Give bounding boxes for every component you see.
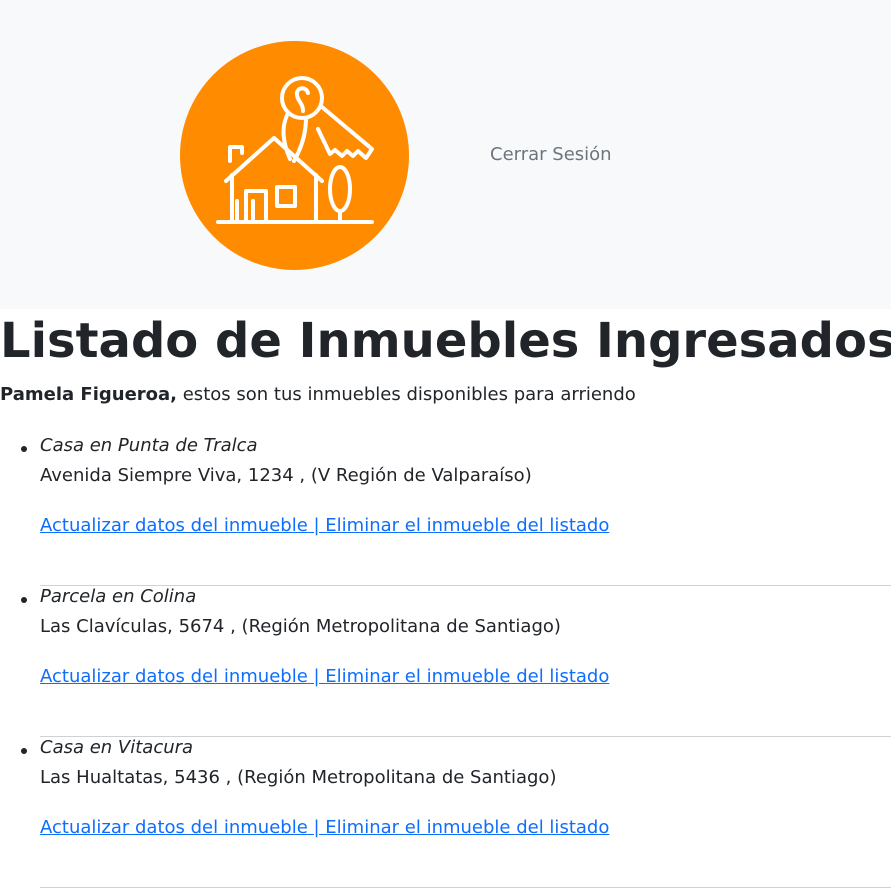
property-address: Las Clavículas, 5674 , (Región Metropoli… — [40, 616, 561, 637]
bullet-icon — [21, 446, 27, 452]
bullet-icon — [21, 748, 27, 754]
delete-property-link[interactable]: Eliminar el inmueble del listado — [325, 515, 609, 536]
delete-property-link[interactable]: Eliminar el inmueble del listado — [325, 817, 609, 838]
link-separator: | — [307, 666, 326, 687]
user-name: Pamela Figueroa, — [0, 384, 178, 405]
house-with-key-icon[interactable] — [180, 41, 409, 270]
property-actions: Actualizar datos del inmueble | Eliminar… — [40, 514, 609, 538]
property-name: Casa en Vitacura — [40, 737, 194, 758]
property-name: Parcela en Colina — [40, 586, 197, 607]
list-item: Casa en Punta de Tralca Avenida Siempre … — [21, 434, 891, 586]
list-item: Parcela en Colina Las Clavículas, 5674 ,… — [21, 585, 891, 737]
property-name: Casa en Punta de Tralca — [40, 435, 258, 456]
bullet-icon — [21, 597, 27, 603]
update-property-link[interactable]: Actualizar datos del inmueble — [40, 666, 308, 687]
update-property-link[interactable]: Actualizar datos del inmueble — [40, 817, 308, 838]
intro-message: estos son tus inmuebles disponibles para… — [177, 384, 636, 405]
link-separator: | — [307, 515, 326, 536]
top-navbar: Cerrar Sesión — [0, 0, 891, 309]
property-address: Avenida Siempre Viva, 1234 , (V Región d… — [40, 465, 532, 486]
property-actions: Actualizar datos del inmueble | Eliminar… — [40, 665, 609, 689]
page-title: Listado de Inmuebles Ingresados — [0, 313, 891, 369]
property-address: Las Hualtatas, 5436 , (Región Metropolit… — [40, 767, 557, 788]
link-separator: | — [307, 817, 326, 838]
update-property-link[interactable]: Actualizar datos del inmueble — [40, 515, 308, 536]
list-item: Casa en Vitacura Las Hualtatas, 5436 , (… — [21, 736, 891, 888]
logout-link[interactable]: Cerrar Sesión — [490, 144, 612, 166]
property-actions: Actualizar datos del inmueble | Eliminar… — [40, 816, 609, 840]
intro-text: Pamela Figueroa, estos son tus inmuebles… — [0, 383, 636, 407]
delete-property-link[interactable]: Eliminar el inmueble del listado — [325, 666, 609, 687]
